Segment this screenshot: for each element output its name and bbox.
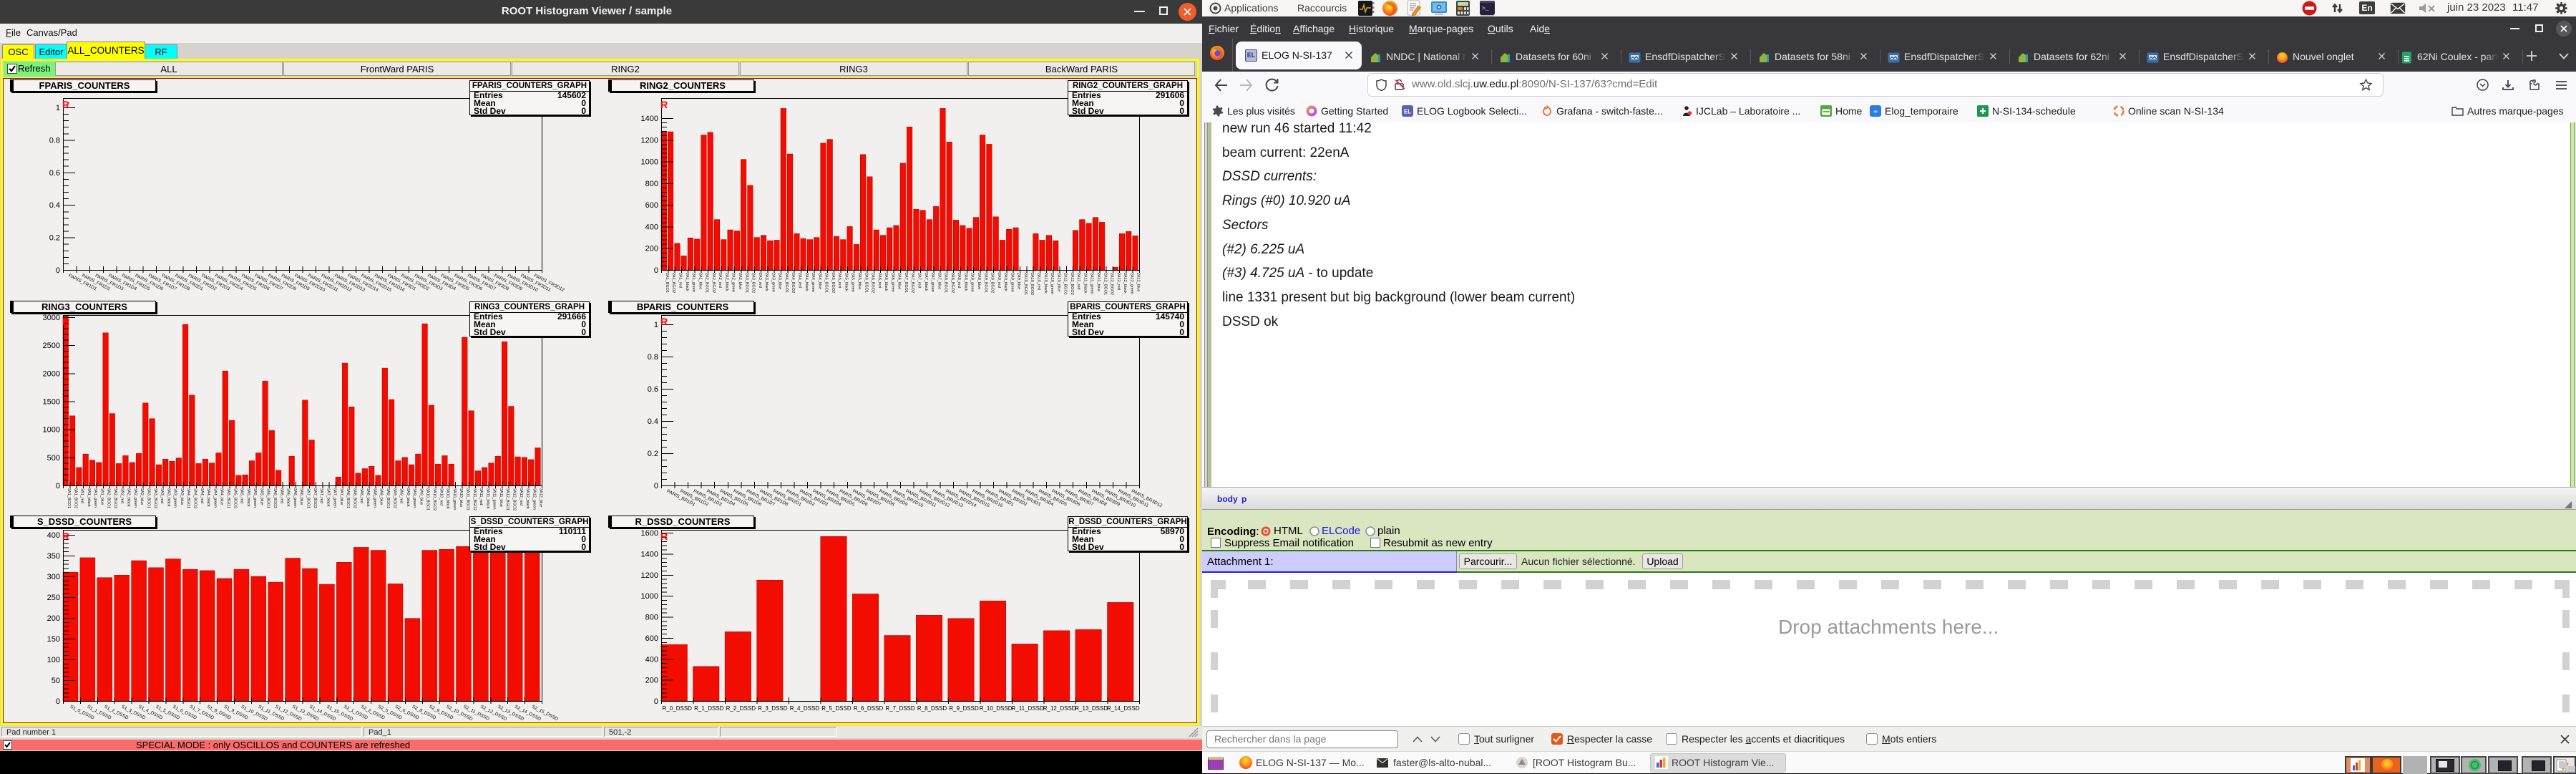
svg-text:R_3_DSSD: R_3_DSSD bbox=[758, 705, 788, 712]
svg-text:R_5_DSSD: R_5_DSSD bbox=[821, 705, 852, 712]
svg-text:R_6_DSSD: R_6_DSSD bbox=[854, 705, 884, 712]
svg-text:1400: 1400 bbox=[641, 550, 658, 558]
svg-text:>_: >_ bbox=[1482, 6, 1489, 12]
svg-text:1600: 1600 bbox=[641, 529, 658, 538]
svg-text:∞: ∞ bbox=[1873, 108, 1877, 115]
svg-text:600: 600 bbox=[645, 634, 658, 643]
svg-text:R: R bbox=[660, 531, 668, 542]
svg-text:R_2_DSSD: R_2_DSSD bbox=[726, 705, 756, 712]
svg-text:R_14_DSSD: R_14_DSSD bbox=[1107, 705, 1140, 712]
svg-text:0: 0 bbox=[654, 697, 658, 706]
svg-text:R_0_DSSD: R_0_DSSD bbox=[663, 705, 693, 712]
svg-text:R_7_DSSD: R_7_DSSD bbox=[885, 705, 915, 712]
svg-text:R_1_DSSD: R_1_DSSD bbox=[694, 705, 724, 712]
svg-text:1200: 1200 bbox=[641, 571, 658, 580]
svg-text:R_9_DSSD: R_9_DSSD bbox=[949, 705, 979, 712]
svg-text:1000: 1000 bbox=[641, 592, 658, 601]
svg-text:R_11_DSSD: R_11_DSSD bbox=[1012, 705, 1044, 712]
svg-text:R_12_DSSD: R_12_DSSD bbox=[1043, 705, 1076, 712]
svg-text:400: 400 bbox=[645, 655, 658, 664]
svg-text:R_4_DSSD: R_4_DSSD bbox=[790, 705, 820, 712]
svg-text:R_13_DSSD: R_13_DSSD bbox=[1075, 705, 1108, 712]
svg-text:R_10_DSSD: R_10_DSSD bbox=[980, 705, 1013, 712]
svg-text:EL: EL bbox=[1404, 109, 1411, 115]
svg-text:800: 800 bbox=[645, 614, 658, 622]
svg-text:200: 200 bbox=[645, 677, 658, 685]
svg-text:R_8_DSSD: R_8_DSSD bbox=[917, 705, 947, 712]
